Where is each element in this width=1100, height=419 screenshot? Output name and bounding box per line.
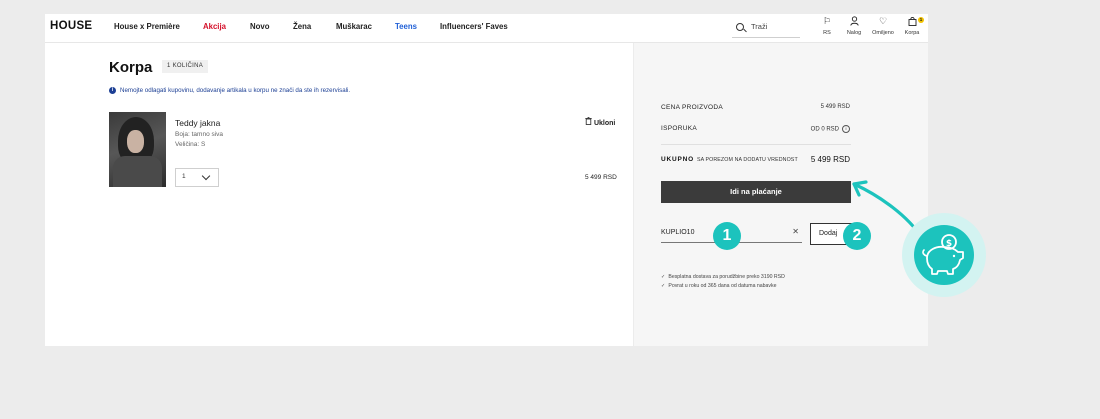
total-note: SA POREZOM NA DODATU VREDNOST <box>696 157 798 163</box>
piggy-bank-icon: $ <box>914 225 974 285</box>
total-value: 5 499 RSD <box>810 155 850 164</box>
cart-count-badge: 1 <box>918 17 924 23</box>
summary-divider <box>661 144 851 145</box>
check-icon: ✓ <box>661 283 666 289</box>
logo[interactable]: HOUSE <box>50 20 92 32</box>
product-price-label: CENA PROIZVODA <box>661 104 723 111</box>
perk-returns: ✓ Povrat u roku od 365 dana od datuma nab… <box>661 283 777 289</box>
nav-item-novo[interactable]: Novo <box>250 22 270 31</box>
clear-coupon-icon[interactable]: ✕ <box>792 227 799 236</box>
coupon-value: KUPLIO10 <box>661 229 695 236</box>
nav-item-muskarac[interactable]: Muškarac <box>336 22 372 31</box>
piggy-bank-badge: $ <box>902 213 986 297</box>
perk-free-shipping-text: Besplatna dostava za porudžbine preko 31… <box>668 274 785 280</box>
product-name[interactable]: Teddy jakna <box>175 118 220 128</box>
nav-item-akcija[interactable]: Akcija <box>203 22 226 31</box>
search-input[interactable]: Traži <box>732 17 800 38</box>
top-navigation: HOUSE House x Première Akcija Novo Žena … <box>45 14 928 43</box>
account-button[interactable]: Nalog <box>838 16 870 36</box>
info-icon: i <box>109 87 116 94</box>
shipping-value-row: OD 0 RSD i <box>780 125 850 133</box>
nav-item-influencers-faves[interactable]: Influencers' Faves <box>440 22 508 31</box>
nav-item-house-premiere[interactable]: House x Première <box>114 22 180 31</box>
total-label: UKUPNO <box>661 156 694 163</box>
nav-item-teens[interactable]: Teens <box>395 22 417 31</box>
shipping-label: ISPORUKA <box>661 125 697 132</box>
page-frame: HOUSE House x Première Akcija Novo Žena … <box>45 14 928 346</box>
quantity-select[interactable]: 1 <box>175 168 219 187</box>
favorites-button[interactable]: ♡ Omiljeno <box>867 16 899 36</box>
quantity-value: 1 <box>182 173 186 180</box>
cart-label: Korpa <box>904 30 920 36</box>
product-image[interactable] <box>109 112 166 187</box>
favorites-label: Omiljeno <box>872 30 894 36</box>
cart-button[interactable]: 1 Korpa <box>896 16 928 36</box>
nav-item-zena[interactable]: Žena <box>293 22 311 31</box>
item-price: 5 499 RSD <box>585 174 617 181</box>
perk-returns-text: Povrat u roku od 365 dana od datuma naba… <box>668 283 777 289</box>
product-price-value: 5 499 RSD <box>820 104 850 110</box>
remove-label: Ukloni <box>593 120 616 127</box>
reservation-notice: i Nemojte odlagati kupovinu, dodavanje ar… <box>109 87 350 94</box>
search-icon <box>736 23 744 31</box>
total-label-row: UKUPNO SA POREZOM NA DODATU VREDNOST <box>661 156 798 163</box>
quantity-badge: 1 KOLIČINA <box>162 60 209 73</box>
trash-icon <box>585 117 594 127</box>
search-placeholder: Traži <box>751 22 768 31</box>
shipping-value: OD 0 RSD <box>810 126 839 133</box>
user-icon <box>838 16 870 28</box>
notice-text: Nemojte odlagati kupovinu, dodavanje art… <box>120 87 351 95</box>
chevron-down-icon <box>201 171 211 181</box>
product-size: Veličina: S <box>175 141 206 148</box>
remove-item-button[interactable]: Ukloni <box>585 117 615 127</box>
perk-free-shipping: ✓ Besplatna dostava za porudžbine preko 3… <box>661 274 785 280</box>
checkout-button[interactable]: Idi na plaćanje <box>661 181 851 203</box>
check-icon: ✓ <box>661 274 666 280</box>
shipping-info-icon[interactable]: i <box>842 125 850 133</box>
account-label: Nalog <box>846 30 862 36</box>
step-1-badge: 1 <box>713 222 741 250</box>
heart-icon: ♡ <box>878 16 888 26</box>
page-title: Korpa <box>109 59 153 76</box>
product-color: Boja: tamno siva <box>175 131 224 138</box>
